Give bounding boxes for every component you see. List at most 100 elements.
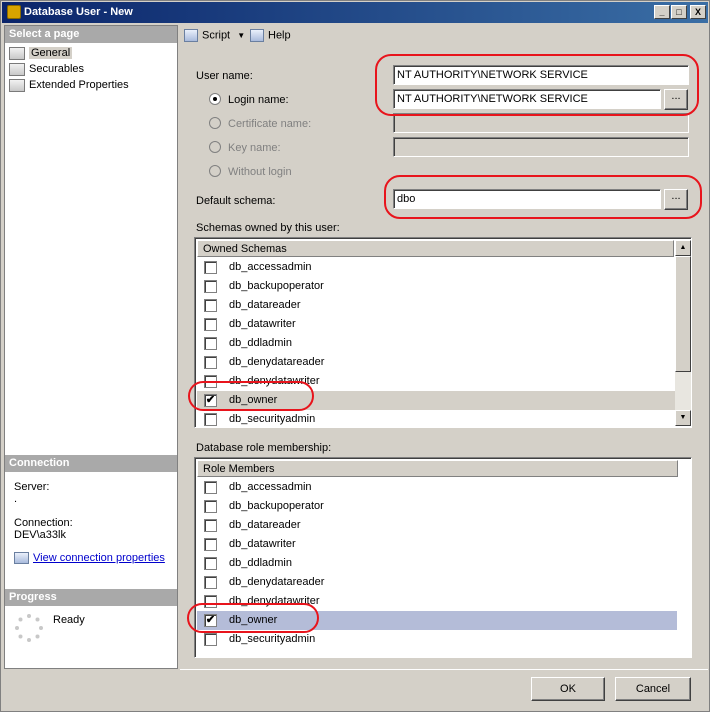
page-general[interactable]: General [9, 45, 73, 61]
certificate-name-input[interactable] [393, 113, 689, 133]
role-name: db_owner [229, 614, 278, 626]
progress-status: Ready [53, 614, 85, 626]
page-icon [9, 46, 25, 60]
page-general-label: General [29, 47, 73, 59]
page-extended-properties[interactable]: Extended Properties [9, 77, 129, 93]
script-icon [184, 29, 198, 42]
role-checkbox[interactable]: ✔ [204, 614, 217, 627]
help-label: Help [268, 29, 291, 42]
schema-checkbox[interactable] [204, 337, 217, 350]
database-icon [7, 5, 21, 19]
maximize-button[interactable]: □ [671, 5, 687, 19]
schema-row[interactable]: db_datawriter [197, 315, 675, 334]
connection-properties-icon [14, 552, 29, 565]
user-name-input[interactable]: NT AUTHORITY\NETWORK SERVICE [393, 65, 689, 85]
page-securables[interactable]: Securables [9, 61, 84, 77]
role-row[interactable]: db_accessadmin [197, 478, 677, 497]
schema-checkbox[interactable] [204, 299, 217, 312]
login-name-input[interactable]: NT AUTHORITY\NETWORK SERVICE [393, 89, 661, 109]
role-checkbox[interactable] [204, 576, 217, 589]
key-name-input[interactable] [393, 137, 689, 157]
minimize-button[interactable]: _ [654, 5, 670, 19]
certificate-name-radio[interactable] [209, 117, 221, 129]
schema-row[interactable]: ✔ db_owner [197, 391, 675, 410]
select-page-header: Select a page [5, 26, 177, 43]
scroll-down-icon[interactable]: ▼ [675, 410, 691, 426]
footer-divider [180, 669, 708, 670]
role-row[interactable]: db_denydatawriter [197, 592, 677, 611]
role-checkbox[interactable] [204, 500, 217, 513]
close-button[interactable]: X [690, 5, 706, 19]
schema-row[interactable]: db_backupoperator [197, 277, 675, 296]
schema-checkbox[interactable] [204, 280, 217, 293]
schemas-owned-label: Schemas owned by this user: [196, 222, 340, 234]
schema-name: db_denydatawriter [229, 375, 320, 387]
page-icon [9, 62, 25, 76]
general-page: Script ▼ Help User name: NT AUTHORITY\NE… [180, 25, 708, 669]
key-name-label: Key name: [228, 142, 281, 154]
role-name: db_denydatareader [229, 576, 325, 588]
page-icon [9, 78, 25, 92]
role-row[interactable]: db_securityadmin [197, 630, 677, 649]
role-row[interactable]: ✔ db_owner [197, 611, 677, 630]
role-checkbox[interactable] [204, 633, 217, 646]
role-name: db_backupoperator [229, 500, 324, 512]
role-checkbox[interactable] [204, 557, 217, 570]
user-name-label: User name: [196, 70, 253, 82]
schema-checkbox[interactable] [204, 413, 217, 426]
role-checkbox[interactable] [204, 595, 217, 608]
schema-row[interactable]: db_denydatareader [197, 353, 675, 372]
schema-row[interactable]: db_ddladmin [197, 334, 675, 353]
key-name-radio[interactable] [209, 141, 221, 153]
owned-schemas-list[interactable]: Owned Schemas db_accessadmin db_backupope… [194, 237, 692, 428]
schema-checkbox[interactable]: ✔ [204, 394, 217, 407]
view-connection-link[interactable]: View connection properties [33, 552, 165, 564]
schema-row[interactable]: db_datareader [197, 296, 675, 315]
schema-row[interactable]: db_securityadmin [197, 410, 675, 427]
schema-checkbox[interactable] [204, 375, 217, 388]
login-name-label: Login name: [228, 94, 289, 106]
title-bar[interactable]: Database User - New _ □ X [2, 2, 708, 23]
schema-name: db_ddladmin [229, 337, 292, 349]
role-row[interactable]: db_datawriter [197, 535, 677, 554]
schema-name: db_backupoperator [229, 280, 324, 292]
default-schema-input[interactable]: dbo [393, 189, 661, 209]
ok-button[interactable]: OK [531, 677, 605, 701]
scroll-up-icon[interactable]: ▲ [675, 240, 691, 256]
schema-checkbox[interactable] [204, 261, 217, 274]
schema-browse-button[interactable]: ... [664, 189, 688, 210]
role-row[interactable]: db_ddladmin [197, 554, 677, 573]
certificate-name-label: Certificate name: [228, 118, 312, 130]
scroll-thumb[interactable] [675, 256, 691, 372]
role-checkbox[interactable] [204, 519, 217, 532]
connection-label: Connection: [14, 517, 73, 529]
cancel-button[interactable]: Cancel [615, 677, 691, 701]
role-members-list[interactable]: Role Members db_accessadmin db_backupoper… [194, 457, 692, 658]
schema-row[interactable]: db_denydatawriter [197, 372, 675, 391]
schemas-scrollbar[interactable]: ▲ ▼ [675, 240, 691, 426]
role-members-column-header[interactable]: Role Members [197, 460, 678, 477]
toolbar: Script ▼ Help [180, 25, 708, 47]
role-row[interactable]: db_backupoperator [197, 497, 677, 516]
schema-checkbox[interactable] [204, 318, 217, 331]
role-name: db_securityadmin [229, 633, 316, 645]
login-name-radio[interactable] [209, 93, 221, 105]
schema-checkbox[interactable] [204, 356, 217, 369]
schema-row[interactable]: db_accessadmin [197, 258, 675, 277]
role-row[interactable]: db_denydatareader [197, 573, 677, 592]
login-browse-button[interactable]: ... [664, 89, 688, 110]
schema-name: db_datawriter [229, 318, 296, 330]
owned-schemas-column-header[interactable]: Owned Schemas [197, 240, 674, 257]
role-name: db_datawriter [229, 538, 296, 550]
without-login-radio[interactable] [209, 165, 221, 177]
role-checkbox[interactable] [204, 538, 217, 551]
help-button[interactable]: Help [250, 29, 291, 42]
schema-name: db_owner [229, 394, 278, 406]
page-extended-properties-label: Extended Properties [29, 79, 129, 91]
progress-header: Progress [5, 589, 177, 606]
role-checkbox[interactable] [204, 481, 217, 494]
script-button[interactable]: Script ▼ [184, 29, 245, 42]
view-connection-properties[interactable]: View connection properties [14, 552, 165, 565]
progress-spinner-icon [15, 614, 43, 642]
role-row[interactable]: db_datareader [197, 516, 677, 535]
